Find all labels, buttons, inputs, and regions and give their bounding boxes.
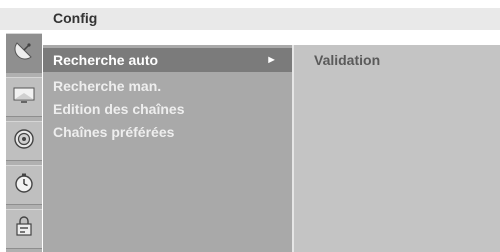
sidebar-item-config[interactable] <box>6 33 42 73</box>
lock-settings-icon <box>13 215 35 243</box>
tv-screen-icon <box>12 85 36 110</box>
menu-item-edition-chaines[interactable]: Edition des chaînes <box>43 97 292 121</box>
submenu-panel: Validation <box>294 45 500 252</box>
clock-icon <box>13 172 35 199</box>
sidebar-item-picture[interactable] <box>6 77 42 117</box>
sidebar-item-option[interactable] <box>6 209 42 249</box>
speaker-icon <box>13 128 35 155</box>
validation-option[interactable]: Validation <box>314 52 380 68</box>
menu-list: Recherche auto ► Recherche man. Edition … <box>43 45 292 252</box>
sidebar-item-time[interactable] <box>6 165 42 205</box>
menu-item-recherche-man[interactable]: Recherche man. <box>43 74 292 98</box>
category-sidebar <box>6 33 42 252</box>
menu-item-label: Recherche auto <box>53 52 159 68</box>
menu-item-label: Chaînes préférées <box>53 124 175 140</box>
submenu-arrow-icon: ► <box>266 54 277 66</box>
page-title: Config <box>53 10 98 26</box>
menu-item-chaines-preferees[interactable]: Chaînes préférées <box>43 120 292 144</box>
menu-item-label: Recherche man. <box>53 78 162 94</box>
satellite-dish-icon <box>13 40 35 67</box>
menu-header: Config <box>0 8 500 30</box>
menu-item-label: Edition des chaînes <box>53 101 185 117</box>
menu-item-recherche-auto[interactable]: Recherche auto ► <box>43 48 292 72</box>
sidebar-item-sound[interactable] <box>6 121 42 161</box>
tv-osd-menu: Config Recherche auto ► Recherche man. E… <box>0 0 500 252</box>
